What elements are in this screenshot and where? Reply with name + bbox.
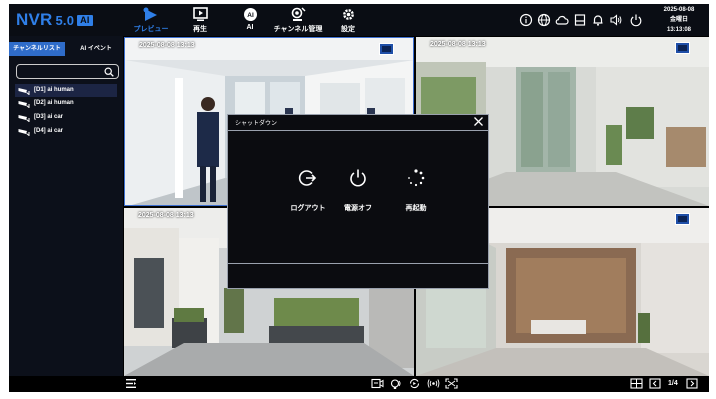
camera-icon xyxy=(18,129,30,136)
app-logo: NVR 5.0 AI xyxy=(16,10,93,30)
close-icon[interactable] xyxy=(473,116,484,127)
nav-preview-label: プレビュー xyxy=(133,26,169,33)
search-input[interactable] xyxy=(16,64,119,79)
logout-icon xyxy=(298,170,317,186)
logo-text: NVR xyxy=(16,10,53,29)
settings-icon xyxy=(342,9,354,20)
power-off-label: 電源オフ xyxy=(344,205,372,212)
channel-item-d3[interactable]: [D3] ai car xyxy=(15,111,117,124)
date-text: 2025-08-08 xyxy=(663,7,695,13)
tab-channel-list[interactable]: チャンネルリスト xyxy=(9,42,65,56)
nav-preview[interactable]: プレビュー xyxy=(123,4,179,36)
recording-indicator-icon[interactable] xyxy=(379,43,394,55)
restart-icon xyxy=(408,169,425,187)
disk-icon[interactable] xyxy=(573,13,587,27)
nvr-app: NVR 5.0 AI プレビュー 再生 AI AI チャンネル管理 設定 202… xyxy=(9,4,709,392)
dialog-title: シャットダウン xyxy=(235,121,278,127)
nav-playback-label: 再生 xyxy=(193,26,207,33)
bottom-bar: 1/4 xyxy=(9,376,709,392)
shutdown-dialog: シャットダウン ログアウト 電源オフ 再起動 xyxy=(227,114,489,289)
logo-ai-badge: AI xyxy=(77,15,93,26)
prev-page-icon[interactable] xyxy=(649,378,661,389)
channel-management-icon xyxy=(291,7,305,21)
datetime-display: 2025-08-08 金曜日 13:13:08 xyxy=(654,5,704,35)
channel-label: [D4] ai car xyxy=(34,128,64,134)
channel-label: [D1] ai human xyxy=(34,87,74,93)
camera-icon xyxy=(18,115,30,122)
menu-collapse-icon[interactable] xyxy=(125,378,137,389)
cloud-icon[interactable] xyxy=(555,13,569,27)
next-page-icon[interactable] xyxy=(686,378,698,389)
channel-label: [D3] ai car xyxy=(34,114,64,120)
dialog-footer-divider xyxy=(228,263,488,264)
layout-grid-icon[interactable] xyxy=(630,378,643,389)
page-indicator: 1/4 xyxy=(668,380,678,387)
logo-version: 5.0 xyxy=(55,13,75,28)
playback-icon xyxy=(192,7,208,21)
restart-button[interactable]: 再起動 xyxy=(386,168,446,213)
channel-item-d2[interactable]: [D2] ai human xyxy=(15,97,117,110)
timestamp-overlay: 2025-08-08 13:13 xyxy=(430,41,486,48)
time-text: 13:13:08 xyxy=(666,27,692,33)
svg-text:AI: AI xyxy=(247,12,254,19)
globe-icon[interactable] xyxy=(537,13,551,27)
channel-label: [D2] ai human xyxy=(34,100,74,106)
channel-item-d4[interactable]: [D4] ai car xyxy=(15,125,117,138)
power-off-button[interactable]: 電源オフ xyxy=(328,168,388,213)
recording-indicator-icon[interactable] xyxy=(675,213,690,225)
volume-icon[interactable] xyxy=(609,13,623,27)
bell-icon[interactable] xyxy=(591,13,605,27)
info-icon[interactable] xyxy=(519,13,533,27)
ai-icon: AI xyxy=(243,8,257,21)
weekday-text: 金曜日 xyxy=(669,17,688,23)
nav-channel-management-label: チャンネル管理 xyxy=(273,26,323,33)
sync-playback-icon[interactable] xyxy=(408,378,421,389)
power-icon[interactable] xyxy=(629,13,643,27)
intercom-icon[interactable] xyxy=(390,378,403,389)
nav-settings[interactable]: 設定 xyxy=(320,4,376,36)
sidebar: チャンネルリスト AI イベント [D1] ai human [D2] ai h… xyxy=(9,36,123,376)
search-icon[interactable] xyxy=(104,67,114,77)
screen-record-icon[interactable] xyxy=(371,378,384,389)
top-bar: NVR 5.0 AI プレビュー 再生 AI AI チャンネル管理 設定 202… xyxy=(9,4,709,36)
timestamp-overlay: 2025-08-08 13:13 xyxy=(139,42,195,49)
tab-ai-events[interactable]: AI イベント xyxy=(69,42,123,56)
nav-settings-label: 設定 xyxy=(341,26,355,33)
nav-channel-management[interactable]: チャンネル管理 xyxy=(268,4,328,36)
nav-playback[interactable]: 再生 xyxy=(172,4,228,36)
channel-item-d1[interactable]: [D1] ai human xyxy=(15,84,117,97)
camera-icon xyxy=(18,101,30,108)
restart-label: 再起動 xyxy=(405,205,427,212)
timestamp-overlay: 2025-08-08 13:13 xyxy=(138,212,194,219)
broadcast-icon[interactable] xyxy=(427,378,440,389)
dialog-header-divider xyxy=(228,130,488,131)
fullscreen-icon[interactable] xyxy=(445,378,458,389)
preview-icon xyxy=(143,7,157,21)
power-off-icon xyxy=(350,169,366,187)
camera-icon xyxy=(18,88,30,95)
recording-indicator-icon[interactable] xyxy=(675,42,690,54)
